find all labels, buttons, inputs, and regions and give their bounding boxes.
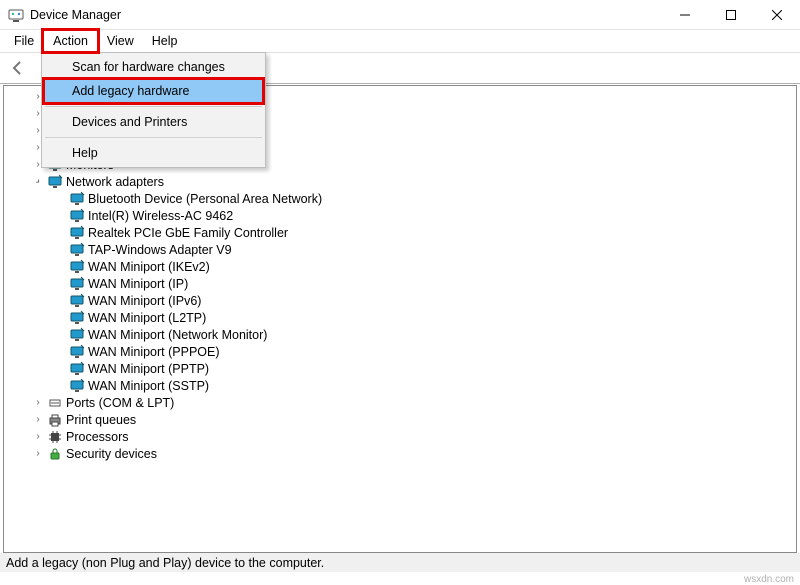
expand-icon[interactable]: › — [32, 431, 44, 442]
tree-item-network-adapter[interactable]: ›WAN Miniport (IKEv2) — [8, 258, 796, 275]
close-button[interactable] — [754, 0, 800, 30]
ports-icon — [47, 395, 63, 411]
tree-item-network-adapter[interactable]: ›WAN Miniport (SSTP) — [8, 377, 796, 394]
tree-label: WAN Miniport (PPTP) — [88, 362, 209, 376]
tree-label: WAN Miniport (L2TP) — [88, 311, 206, 325]
tree-category-security[interactable]: › Security devices — [8, 445, 796, 462]
menu-scan-hardware[interactable]: Scan for hardware changes — [44, 55, 263, 79]
menu-help[interactable]: Help — [44, 141, 263, 165]
expand-icon[interactable]: › — [32, 414, 44, 425]
tree-item-network-adapter[interactable]: ›Intel(R) Wireless-AC 9462 — [8, 207, 796, 224]
tree-item-network-adapter[interactable]: ›WAN Miniport (Network Monitor) — [8, 326, 796, 343]
tree-label: WAN Miniport (IP) — [88, 277, 188, 291]
tree-label: Security devices — [66, 447, 157, 461]
menu-view[interactable]: View — [98, 30, 143, 52]
tree-label: WAN Miniport (PPPOE) — [88, 345, 220, 359]
tree-label: Intel(R) Wireless-AC 9462 — [88, 209, 233, 223]
tree-label: Ports (COM & LPT) — [66, 396, 174, 410]
tree-item-network-adapter[interactable]: ›WAN Miniport (L2TP) — [8, 309, 796, 326]
network-adapter-icon — [69, 378, 85, 394]
tree-item-network-adapter[interactable]: ›Realtek PCIe GbE Family Controller — [8, 224, 796, 241]
tree-label: WAN Miniport (Network Monitor) — [88, 328, 267, 342]
tree-category-network[interactable]: › Network adapters — [8, 173, 796, 190]
security-icon — [47, 446, 63, 462]
network-adapter-icon — [69, 208, 85, 224]
network-adapter-icon — [69, 344, 85, 360]
menu-add-legacy-hardware[interactable]: Add legacy hardware — [44, 79, 263, 103]
tree-item-network-adapter[interactable]: ›WAN Miniport (IP) — [8, 275, 796, 292]
network-adapter-icon — [69, 242, 85, 258]
network-adapter-icon — [69, 276, 85, 292]
tree-item-network-adapter[interactable]: ›Bluetooth Device (Personal Area Network… — [8, 190, 796, 207]
network-icon — [47, 174, 63, 190]
status-text: Add a legacy (non Plug and Play) device … — [6, 556, 324, 570]
tree-label: Network adapters — [66, 175, 164, 189]
tree-item-network-adapter[interactable]: ›TAP-Windows Adapter V9 — [8, 241, 796, 258]
status-bar: Add a legacy (non Plug and Play) device … — [0, 553, 800, 572]
network-adapter-icon — [69, 191, 85, 207]
tree-item-network-adapter[interactable]: ›WAN Miniport (PPTP) — [8, 360, 796, 377]
network-adapter-icon — [69, 293, 85, 309]
menu-action[interactable]: Action — [43, 30, 98, 52]
minimize-button[interactable] — [662, 0, 708, 30]
tree-category-printqueues[interactable]: › Print queues — [8, 411, 796, 428]
tree-category-processors[interactable]: › Processors — [8, 428, 796, 445]
tree-label: Print queues — [66, 413, 136, 427]
menu-help[interactable]: Help — [143, 30, 187, 52]
tree-label: Processors — [66, 430, 129, 444]
menu-devices-printers[interactable]: Devices and Printers — [44, 110, 263, 134]
back-button[interactable] — [6, 56, 30, 80]
network-adapter-icon — [69, 259, 85, 275]
tree-label: WAN Miniport (IPv6) — [88, 294, 201, 308]
watermark: wsxdn.com — [744, 574, 794, 585]
expand-icon[interactable]: › — [32, 397, 44, 408]
menu-file[interactable]: File — [5, 30, 43, 52]
app-icon — [8, 7, 24, 23]
network-adapter-icon — [69, 310, 85, 326]
maximize-button[interactable] — [708, 0, 754, 30]
tree-label: Bluetooth Device (Personal Area Network) — [88, 192, 322, 206]
network-adapter-icon — [69, 361, 85, 377]
action-dropdown: Scan for hardware changes Add legacy har… — [41, 52, 266, 168]
menu-bar: File Action View Help — [0, 30, 800, 52]
tree-label: WAN Miniport (SSTP) — [88, 379, 209, 393]
menu-separator — [45, 137, 262, 138]
tree-category-ports[interactable]: › Ports (COM & LPT) — [8, 394, 796, 411]
tree-item-network-adapter[interactable]: ›WAN Miniport (PPPOE) — [8, 343, 796, 360]
printer-icon — [47, 412, 63, 428]
menu-separator — [45, 106, 262, 107]
network-adapter-icon — [69, 225, 85, 241]
network-adapter-icon — [69, 327, 85, 343]
window-title: Device Manager — [30, 8, 662, 22]
tree-item-network-adapter[interactable]: ›WAN Miniport (IPv6) — [8, 292, 796, 309]
title-bar: Device Manager — [0, 0, 800, 30]
tree-label: TAP-Windows Adapter V9 — [88, 243, 232, 257]
processor-icon — [47, 429, 63, 445]
expand-icon[interactable]: › — [32, 448, 44, 459]
tree-label: WAN Miniport (IKEv2) — [88, 260, 210, 274]
collapse-icon[interactable]: › — [30, 173, 46, 189]
tree-label: Realtek PCIe GbE Family Controller — [88, 226, 288, 240]
